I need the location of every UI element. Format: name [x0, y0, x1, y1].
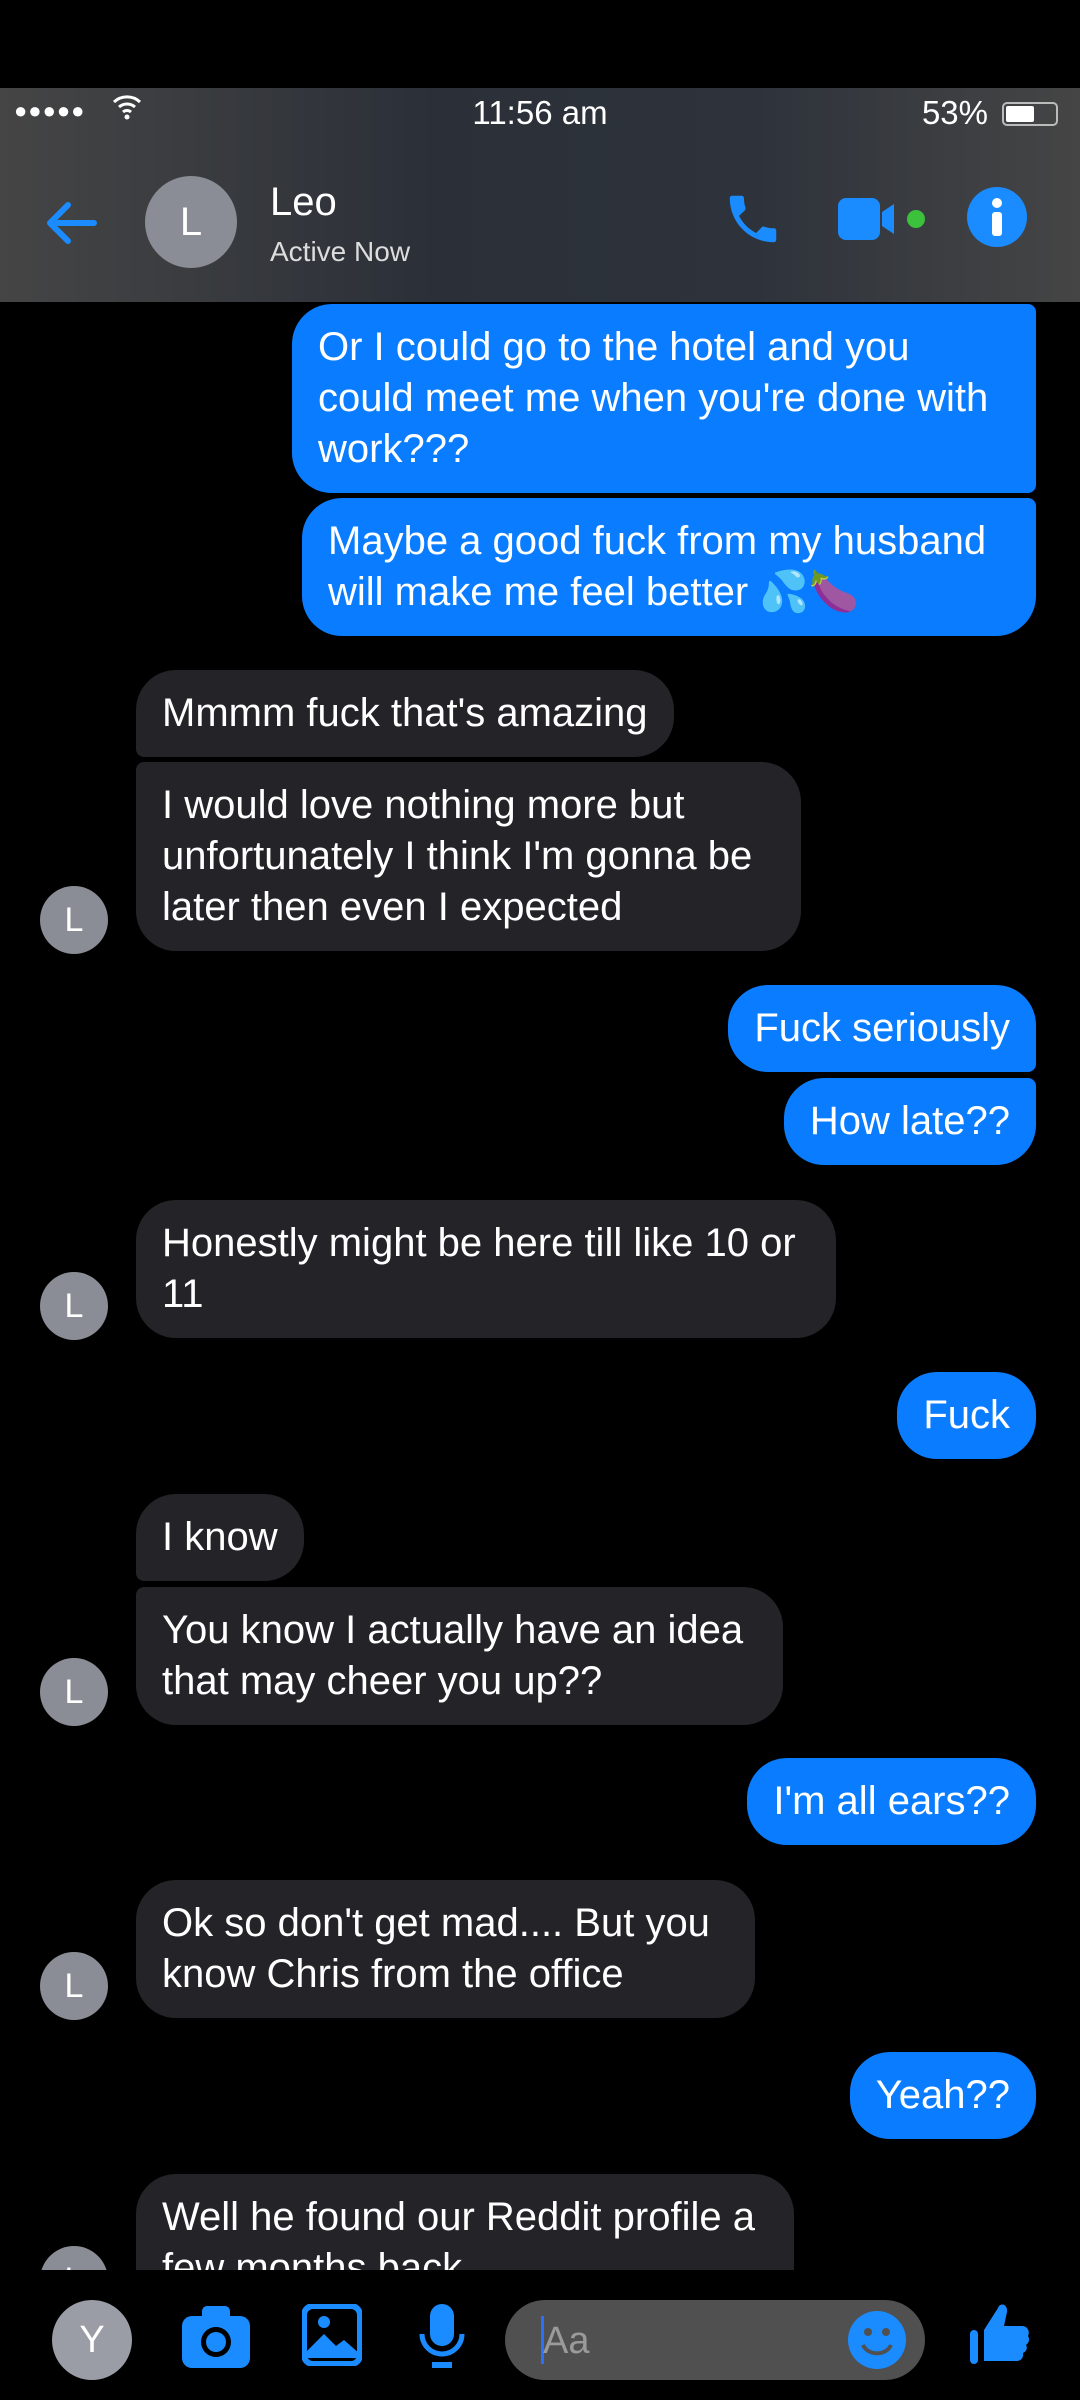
- message-received[interactable]: I know: [136, 1494, 304, 1581]
- info-button[interactable]: [966, 186, 1028, 253]
- clock: 11:56 am: [472, 94, 608, 131]
- camera-button[interactable]: [182, 2306, 250, 2373]
- message-list[interactable]: Or I could go to the hotel and you could…: [0, 302, 1080, 2270]
- gallery-button[interactable]: [301, 2303, 363, 2371]
- like-button[interactable]: [968, 2302, 1030, 2371]
- message-received[interactable]: Well he found our Reddit profile a few m…: [136, 2174, 794, 2270]
- message-sent[interactable]: Fuck: [897, 1372, 1036, 1459]
- message-sent[interactable]: Maybe a good fuck from my husband will m…: [302, 498, 1036, 636]
- my-avatar[interactable]: Y: [52, 2300, 132, 2380]
- info-icon: [967, 187, 1027, 247]
- conversation-header: ●●●●● 11:56 am 53% L Leo Active Now: [0, 88, 1080, 302]
- contact-name[interactable]: Leo: [270, 180, 337, 225]
- sender-avatar: L: [40, 1952, 108, 2020]
- back-button[interactable]: [42, 193, 102, 253]
- message-sent[interactable]: Fuck seriously: [728, 985, 1036, 1072]
- sender-avatar: L: [40, 886, 108, 954]
- message-received[interactable]: Honestly might be here till like 10 or 1…: [136, 1200, 836, 1338]
- smiley-icon: [848, 2311, 906, 2369]
- emoji-button[interactable]: [847, 2310, 907, 2375]
- active-status: Active Now: [270, 236, 411, 267]
- voice-button[interactable]: [418, 2304, 466, 2375]
- battery-percent: 53%: [921, 94, 988, 131]
- video-call-button[interactable]: [838, 196, 928, 247]
- sender-avatar: L: [40, 1658, 108, 1726]
- contact-avatar[interactable]: L: [145, 176, 237, 268]
- image-icon: [301, 2303, 363, 2367]
- input-placeholder: Aa: [543, 2320, 590, 2362]
- microphone-icon: [419, 2304, 465, 2368]
- video-camera-icon: [838, 198, 925, 240]
- message-input[interactable]: Aa: [505, 2300, 925, 2380]
- thumbs-up-icon: [970, 2304, 1030, 2364]
- camera-icon: [182, 2306, 250, 2368]
- message-sent[interactable]: I'm all ears??: [747, 1758, 1036, 1845]
- top-bar: [0, 0, 1080, 88]
- battery-icon: [1002, 102, 1058, 126]
- call-button[interactable]: [722, 188, 784, 255]
- message-sent[interactable]: Yeah??: [849, 2052, 1036, 2139]
- message-received[interactable]: You know I actually have an idea that ma…: [136, 1587, 783, 1725]
- composer-bar: Y Aa: [0, 2270, 1080, 2400]
- message-received[interactable]: I would love nothing more but unfortunat…: [136, 762, 801, 951]
- message-received[interactable]: Mmmm fuck that's amazing: [136, 670, 674, 757]
- sender-avatar: L: [40, 2246, 108, 2270]
- message-received[interactable]: Ok so don't get mad.... But you know Chr…: [136, 1880, 755, 2018]
- message-sent[interactable]: How late??: [783, 1078, 1036, 1165]
- back-arrow-icon: [47, 202, 97, 244]
- status-bar: ●●●●● 11:56 am 53%: [0, 88, 1080, 138]
- phone-icon: [729, 195, 777, 243]
- sender-avatar: L: [40, 1272, 108, 1340]
- message-sent[interactable]: Or I could go to the hotel and you could…: [292, 304, 1036, 493]
